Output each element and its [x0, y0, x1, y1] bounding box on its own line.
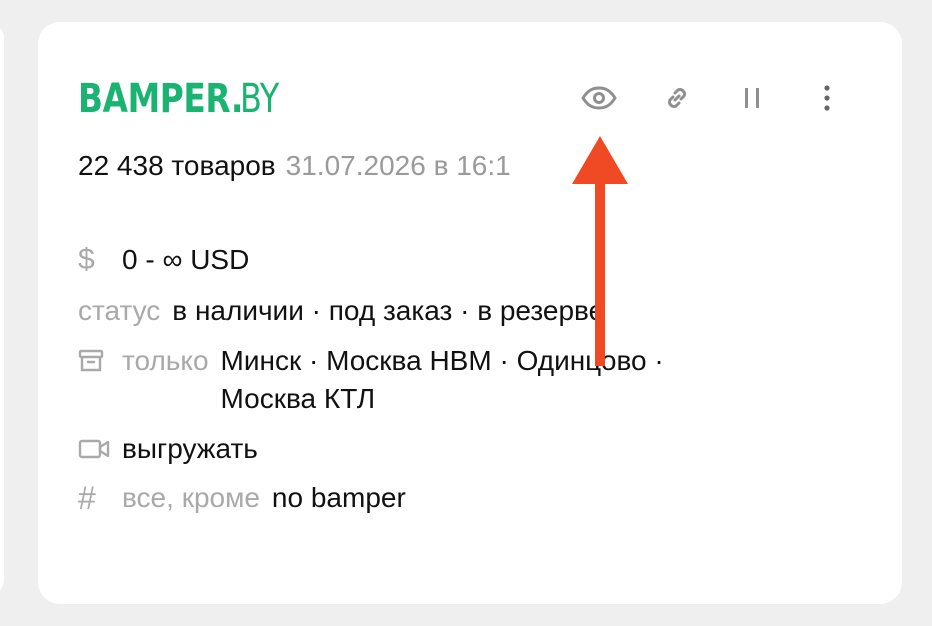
pause-button[interactable]	[731, 78, 773, 118]
tags-value: no bamper	[271, 482, 406, 513]
price-range-value: 0 - ∞ USD	[122, 244, 250, 275]
price-filter-row: $ 0 - ∞ USD	[78, 241, 249, 279]
card-summary: 22 438 товаров 31.07.2026 в 16:1	[78, 150, 598, 182]
stores-value: Минск · Москва НВМ · Одинцово · Москва К…	[220, 345, 664, 414]
video-camera-icon	[78, 430, 112, 468]
status-filter-row: статус в наличии · под заказ · в резерве	[78, 292, 604, 330]
logo-domain-text: BY	[240, 76, 279, 122]
stores-label: только	[122, 345, 209, 376]
dollar-icon: $	[78, 243, 95, 276]
pause-icon	[745, 88, 759, 108]
eye-icon	[581, 86, 617, 110]
copy-link-button[interactable]	[656, 78, 698, 118]
stores-filter-row: только Минск · Москва НВМ · Одинцово · М…	[78, 342, 761, 418]
integration-card: BAMPER. BY 22 438 товаров 31.07.2026 в 1…	[38, 22, 902, 604]
video-export-row: выгружать	[78, 430, 258, 468]
card-toolbar	[578, 78, 858, 118]
archive-box-icon	[78, 342, 112, 380]
video-export-value: выгружать	[122, 433, 258, 464]
link-icon	[668, 88, 686, 108]
bamper-logo: BAMPER. BY	[78, 76, 289, 122]
logo-main-text: BAMPER.	[78, 76, 243, 122]
item-count: 22 438 товаров	[78, 150, 276, 181]
status-label: статус	[78, 295, 161, 326]
last-updated: 31.07.2026 в 16:1	[285, 150, 511, 181]
more-vertical-icon	[824, 85, 830, 111]
adjacent-card-edge	[0, 24, 4, 594]
more-options-button[interactable]	[806, 78, 848, 118]
status-value: в наличии · под заказ · в резерве	[172, 295, 605, 326]
tags-filter-row: # все, кроме no bamper	[78, 479, 406, 517]
view-button[interactable]	[578, 78, 620, 118]
hash-icon: #	[78, 480, 96, 516]
tags-label: все, кроме	[122, 482, 260, 513]
